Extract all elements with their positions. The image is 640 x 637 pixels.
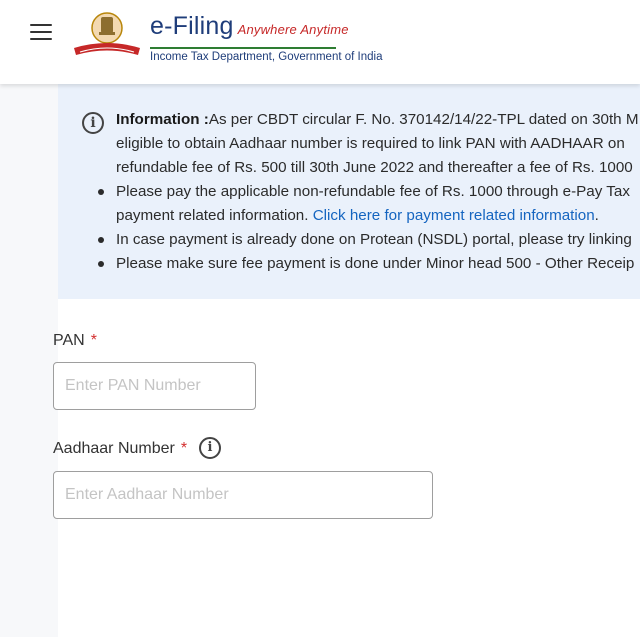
info-bullet-3: Please make sure fee payment is done und… bbox=[98, 252, 640, 276]
aadhaar-input[interactable] bbox=[53, 471, 433, 519]
main-content: i Information :As per CBDT circular F. N… bbox=[0, 84, 640, 637]
pan-label: PAN * bbox=[53, 332, 97, 349]
info-bullet-1: Please pay the applicable non-refundable… bbox=[98, 180, 640, 204]
aadhaar-label: Aadhaar Number * bbox=[53, 440, 188, 457]
required-asterisk: * bbox=[90, 332, 97, 349]
top-header: e-Filing Anywhere Anytime Income Tax Depa… bbox=[0, 0, 640, 84]
brand-tagline: Anywhere Anytime bbox=[237, 22, 349, 37]
payment-info-link[interactable]: Click here for payment related informati… bbox=[313, 207, 595, 224]
info-icon: i bbox=[82, 112, 104, 134]
brand-block[interactable]: e-Filing Anywhere Anytime Income Tax Depa… bbox=[150, 12, 382, 63]
bullet-dot bbox=[98, 189, 104, 195]
bullet-dot bbox=[98, 261, 104, 267]
required-asterisk: * bbox=[180, 440, 188, 457]
info-bullet-2: In case payment is already done on Prote… bbox=[98, 228, 640, 252]
pan-input[interactable] bbox=[53, 362, 256, 410]
info-heading: Information : bbox=[116, 111, 209, 128]
bullet-dot bbox=[98, 237, 104, 243]
information-banner: i Information :As per CBDT circular F. N… bbox=[58, 84, 640, 299]
brand-subtitle: Income Tax Department, Government of Ind… bbox=[150, 51, 383, 63]
aadhaar-help-info-icon[interactable]: i bbox=[199, 437, 221, 459]
info-line-2: eligible to obtain Aadhaar number is req… bbox=[116, 135, 625, 152]
national-emblem-logo bbox=[74, 12, 140, 55]
brand-title: e-Filing Anywhere Anytime bbox=[150, 12, 349, 40]
left-strip bbox=[0, 84, 58, 637]
information-text: Information :As per CBDT circular F. No.… bbox=[98, 108, 640, 276]
hamburger-menu-icon[interactable] bbox=[30, 24, 52, 42]
info-bullet-1-cont: payment related information. Click here … bbox=[116, 207, 599, 224]
info-line-3: refundable fee of Rs. 500 till 30th June… bbox=[116, 159, 633, 176]
info-line-1: Information :As per CBDT circular F. No.… bbox=[116, 111, 639, 128]
brand-divider bbox=[150, 47, 336, 49]
